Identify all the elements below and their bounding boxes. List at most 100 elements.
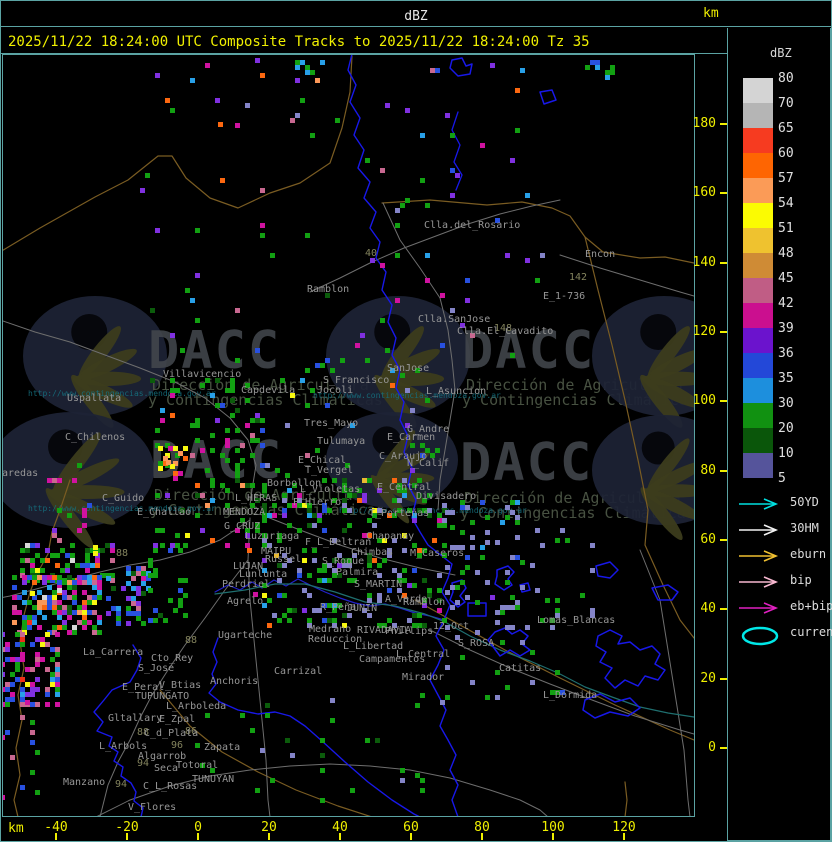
x-axis-label: 0 xyxy=(194,820,202,835)
city-label: Ramblon xyxy=(307,284,349,295)
road-number: 88 xyxy=(116,548,128,559)
colorbar-label: 20 xyxy=(778,421,794,436)
colorbar-title: dBZ xyxy=(770,46,792,60)
road-number: 96 xyxy=(171,740,183,751)
x-axis-label: 60 xyxy=(403,820,419,835)
city-label: Mirador xyxy=(402,672,444,683)
colorbar-block xyxy=(743,78,773,103)
city-label: C_L_Rosas xyxy=(143,781,197,792)
colorbar-label: 54 xyxy=(778,196,794,211)
city-label: C_d_Plata xyxy=(144,728,198,739)
legend-label: eburn xyxy=(790,547,827,561)
y-axis-label: 20 xyxy=(700,671,716,686)
city-label: E_Challao xyxy=(137,507,191,518)
y-axis-tick xyxy=(720,470,727,472)
svg-text:http://www.contingencias.mendo: http://www.contingencias.mendoza.gov.ar xyxy=(339,506,527,515)
city-label: Clla.El_Cavadito xyxy=(457,326,553,337)
colorbar-block xyxy=(743,203,773,228)
colorbar-label: 60 xyxy=(778,146,794,161)
legend-label: bip xyxy=(790,573,812,587)
city-label: Catitas xyxy=(499,663,541,674)
status-row: 2025/11/22 18:24:00 UTC Composite Tracks… xyxy=(0,28,727,54)
colorbar-block xyxy=(743,228,773,253)
colorbar-label: 35 xyxy=(778,371,794,386)
colorbar-block xyxy=(743,103,773,128)
legend-label: 30HM xyxy=(790,521,819,535)
legend-arrow-icon xyxy=(739,576,779,588)
timestamp-text: 2025/11/22 18:24:00 UTC Composite Tracks… xyxy=(8,34,590,50)
colorbar-label: 10 xyxy=(778,446,794,461)
colorbar-label: 45 xyxy=(778,271,794,286)
x-axis-label: 20 xyxy=(261,820,277,835)
legend-label: 50YD xyxy=(790,495,819,509)
x-axis-label: -40 xyxy=(44,820,68,835)
svg-text:http://www.contingencias.mendo: http://www.contingencias.mendoza.gov.ar xyxy=(28,389,216,398)
colorbar-block xyxy=(743,153,773,178)
y-axis-label: 100 xyxy=(692,393,716,408)
legend-arrow-icon xyxy=(739,498,779,510)
city-label: Villavicencio xyxy=(163,369,241,380)
legend-ellipse-icon xyxy=(741,626,779,646)
radar-map-canvas: DACCDirección de Agriculturay Contingenc… xyxy=(3,55,694,816)
city-label: 12_Oct xyxy=(433,621,469,632)
city-label: L_Arboleda xyxy=(166,701,226,712)
colorbar-block xyxy=(743,378,773,403)
city-label: V_Flores xyxy=(128,802,176,813)
city-label: Phillips xyxy=(385,626,433,637)
colorbar-label: 51 xyxy=(778,221,794,236)
x-axis-label: 120 xyxy=(612,820,636,835)
city-label: V_Btias xyxy=(159,680,201,691)
legend-arrow-icon xyxy=(739,550,779,562)
y-axis-label: 0 xyxy=(708,740,716,755)
city-label: TUNUYAN xyxy=(192,774,234,785)
city-label: MENDOZA xyxy=(223,507,265,518)
y-axis-tick xyxy=(720,608,727,610)
x-axis-unit-label: km xyxy=(8,821,24,836)
city-label: N_Calif xyxy=(407,458,449,469)
y-axis-tick xyxy=(720,678,727,680)
legend-item: current xyxy=(736,625,832,646)
colorbar-block xyxy=(743,428,773,453)
y-axis-unit-label: km xyxy=(703,6,719,21)
x-axis-label: 100 xyxy=(541,820,565,835)
y-axis-tick xyxy=(720,262,727,264)
city-label: L_HERAS xyxy=(235,493,277,504)
city-label: L_Dormida xyxy=(543,690,597,701)
city-label: S_ROSA xyxy=(458,638,494,649)
right-panel: dBZ 80 70 65 60 57 54 51 48 45 42 39 36 35 30 20 10 5 50… xyxy=(727,28,832,841)
legend-label: current xyxy=(790,625,832,639)
colorbar-label: 42 xyxy=(778,296,794,311)
legend-item: 50YD xyxy=(736,495,819,510)
colorbar-block xyxy=(743,278,773,303)
city-label: Luzuriaga xyxy=(245,531,299,542)
colorbar-label: 36 xyxy=(778,346,794,361)
city-label: Ramblon xyxy=(403,597,445,608)
colorbar-label: 39 xyxy=(778,321,794,336)
y-axis-tick xyxy=(720,747,727,749)
road-number: 40 xyxy=(365,248,377,259)
y-axis-label: 120 xyxy=(692,324,716,339)
y-axis-label: 80 xyxy=(700,463,716,478)
legend-arrow-icon xyxy=(739,602,779,614)
city-label: Chapanay xyxy=(366,531,414,542)
colorbar-label: 5 xyxy=(778,471,786,486)
colorbar-block xyxy=(743,403,773,428)
city-label: L_Violetas xyxy=(300,484,360,495)
legend-item: eb+bip xyxy=(736,599,832,614)
city-label: Carrizal xyxy=(274,666,322,677)
y-axis-tick xyxy=(720,192,727,194)
city-label: E_Carmen xyxy=(387,432,435,443)
legend-item: eburn xyxy=(736,547,826,562)
svg-text:DACC: DACC xyxy=(460,433,593,493)
legend-label: eb+bip xyxy=(790,599,832,613)
city-label: Seca xyxy=(154,763,178,774)
city-label: L_Libertad xyxy=(343,641,403,652)
city-label: Russel xyxy=(265,554,301,565)
city-label: Perdriel xyxy=(222,579,270,590)
y-axis-label: 140 xyxy=(692,255,716,270)
colorbar-block xyxy=(743,253,773,278)
x-axis-label: -20 xyxy=(115,820,139,835)
y-axis-tick xyxy=(720,123,727,125)
city-label: Gltallary xyxy=(108,713,162,724)
city-label: Anchoris xyxy=(210,676,258,687)
